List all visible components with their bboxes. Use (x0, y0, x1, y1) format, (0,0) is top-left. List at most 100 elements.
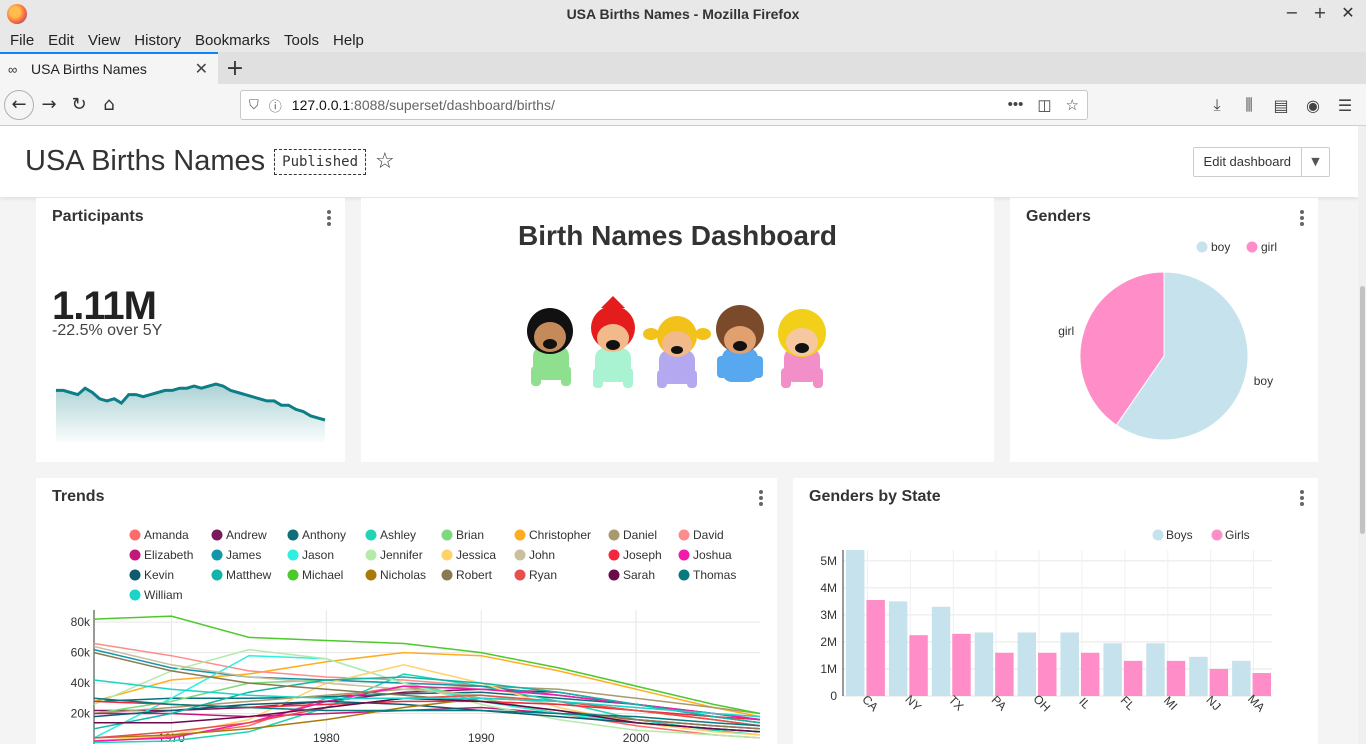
bar-boys-ca (846, 550, 865, 696)
hamburger-menu-icon[interactable]: ☰ (1334, 90, 1356, 120)
legend-label-william: William (144, 588, 183, 602)
menu-view[interactable]: View (82, 32, 126, 49)
y-tick-label: 20k (71, 707, 91, 721)
kid-3-image (643, 316, 711, 388)
bar-girls-il (1080, 652, 1100, 696)
legend-label-thomas: Thomas (693, 568, 736, 582)
legend-label-joseph: Joseph (623, 548, 662, 562)
legend-label-anthony: Anthony (302, 528, 346, 542)
new-tab-button[interactable]: + (218, 52, 252, 84)
bar-girls-fl (1123, 660, 1143, 696)
edit-dashboard-group: Edit dashboard ▼ (1192, 147, 1330, 177)
shield-icon[interactable]: ⛉ (249, 97, 259, 113)
infinity-icon: ∞ (8, 61, 18, 77)
downloads-icon[interactable]: ⤓ (1206, 90, 1228, 120)
forward-button[interactable]: → (34, 90, 64, 120)
y-tick-label: 2M (820, 635, 837, 649)
legend-label-brian: Brian (456, 528, 484, 542)
pie-label-boy: boy (1254, 374, 1273, 388)
dashboard-title[interactable]: USA Births Names (25, 145, 265, 178)
legend-label-christopher: Christopher (529, 528, 591, 542)
participants-card: Participants 1.11M -22.5% over 5Y (36, 198, 345, 462)
legend-label-ryan: Ryan (529, 568, 557, 582)
legend-dot-jennifer (365, 549, 377, 561)
page-actions-icon[interactable]: ••• (1008, 96, 1024, 114)
favorite-star-icon[interactable]: ☆ (375, 149, 395, 174)
firefox-logo-icon (7, 4, 27, 24)
dashboard-header: USA Births Names Published ☆ Edit dashbo… (0, 126, 1358, 197)
legend-label-matthew: Matthew (226, 568, 272, 582)
legend-dot-brian (441, 529, 453, 541)
reload-button[interactable]: ↻ (64, 90, 94, 120)
legend-label-girls: Girls (1225, 528, 1250, 542)
menu-bar: File Edit View History Bookmarks Tools H… (0, 28, 1366, 52)
legend-dot-jessica (441, 549, 453, 561)
kid-1-image (527, 308, 573, 386)
close-window-icon[interactable]: ✕ (1340, 3, 1356, 22)
kid-4-image (716, 305, 764, 382)
trends-line-chart: Amanda Andrew Anthony Ashley Brian Christophe… (71, 528, 761, 744)
url-bar[interactable]: ⛉ ⓘ 127.0.0.1:8088/superset/dashboard/bi… (240, 90, 1088, 120)
y-tick-label: 80k (71, 615, 91, 629)
markdown-card: Birth Names Dashboard (361, 198, 994, 462)
bar-boys-oh (1017, 632, 1037, 696)
participants-sparkline (56, 382, 326, 442)
back-button[interactable]: ← (4, 89, 34, 120)
legend-label-john: John (529, 548, 555, 562)
legend-label-jennifer: Jennifer (380, 548, 423, 562)
minimize-icon[interactable]: − (1284, 3, 1300, 22)
legend-dot-ashley (365, 529, 377, 541)
window-title: USA Births Names - Mozilla Firefox (566, 6, 800, 22)
account-icon[interactable]: ◉ (1302, 90, 1324, 120)
y-tick-label: 4M (820, 581, 837, 595)
pocket-icon[interactable]: ◫ (1037, 96, 1051, 114)
legend-dot-james (211, 549, 223, 561)
menu-tools[interactable]: Tools (278, 32, 325, 49)
legend-dot-kevin (129, 569, 141, 581)
bar-boys-mi (1146, 643, 1165, 696)
home-button[interactable]: ⌂ (94, 90, 124, 120)
edit-dashboard-button[interactable]: Edit dashboard (1193, 148, 1301, 176)
maximize-icon[interactable]: + (1312, 3, 1328, 22)
genders-card: Genders boy girl boy girl (1010, 198, 1318, 462)
close-tab-icon[interactable]: ✕ (195, 59, 208, 79)
tab-bar: ∞ USA Births Names ✕ + (0, 52, 1366, 84)
legend-label-jason: Jason (302, 548, 334, 562)
legend-dot-boys (1152, 529, 1164, 541)
tab-label: USA Births Names (31, 61, 147, 77)
bar-boys-ma (1232, 660, 1251, 696)
genders-by-state-bar-chart: Boys Girls01M2M3M4M5MCA NY TX PA OH IL FL MI NJ MA (820, 528, 1272, 714)
menu-bookmarks[interactable]: Bookmarks (189, 32, 276, 49)
legend-label-ashley: Ashley (380, 528, 416, 542)
bar-boys-fl (1103, 643, 1122, 696)
library-icon[interactable]: ⫼ (1238, 90, 1260, 120)
menu-history[interactable]: History (128, 32, 187, 49)
chevron-down-icon[interactable]: ▼ (1301, 148, 1329, 176)
menu-edit[interactable]: Edit (42, 32, 80, 49)
genders-pie-chart: boy girl boy girl (1058, 240, 1277, 441)
scrollbar-thumb[interactable] (1360, 286, 1365, 534)
legend-dot-boy (1196, 241, 1208, 253)
bookmark-star-icon[interactable]: ☆ (1066, 96, 1079, 114)
legend-label-amanda: Amanda (144, 528, 189, 542)
legend-dot-michael (287, 569, 299, 581)
legend-label-david: David (693, 528, 724, 542)
legend-label-sarah: Sarah (623, 568, 655, 582)
legend-label-daniel: Daniel (623, 528, 657, 542)
legend-label-michael: Michael (302, 568, 343, 582)
legend-dot-christopher (514, 529, 526, 541)
bar-girls-mi (1166, 660, 1186, 696)
legend-dot-anthony (287, 529, 299, 541)
sparkline-area (56, 384, 325, 442)
legend-label-andrew: Andrew (226, 528, 267, 542)
y-tick-label: 1M (820, 662, 837, 676)
trends-card: Trends Amanda Andrew Anthony Ashley Brian Chr… (36, 478, 777, 744)
tab-usa-births-names[interactable]: ∞ USA Births Names ✕ (0, 52, 218, 84)
menu-help[interactable]: Help (327, 32, 370, 49)
page-scrollbar[interactable] (1358, 126, 1366, 744)
info-icon[interactable]: ⓘ (269, 96, 282, 115)
menu-file[interactable]: File (4, 32, 40, 49)
bar-boys-il (1060, 632, 1079, 696)
sidebar-icon[interactable]: ▤ (1270, 90, 1292, 120)
published-badge[interactable]: Published (274, 148, 366, 175)
